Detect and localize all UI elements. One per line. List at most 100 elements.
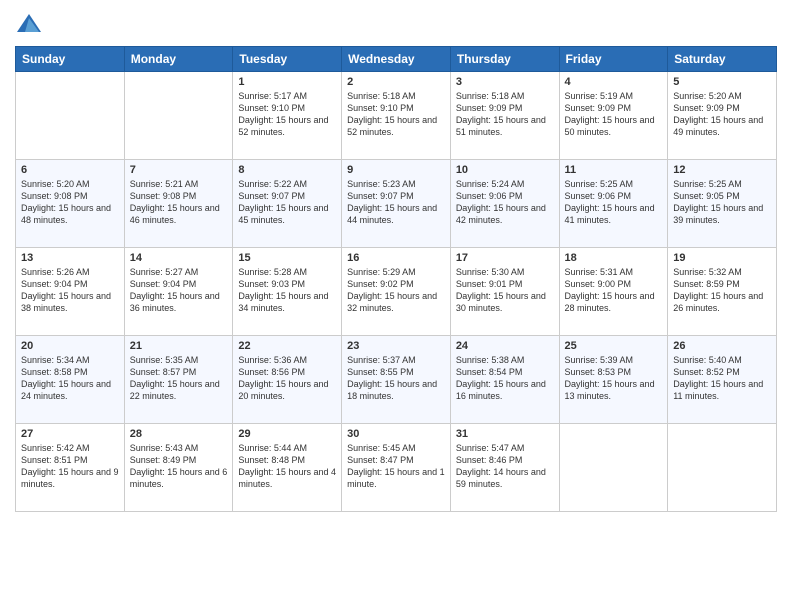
day-number: 3 — [456, 76, 554, 88]
day-number: 1 — [238, 76, 336, 88]
day-number: 2 — [347, 76, 445, 88]
calendar-cell: 22Sunrise: 5:36 AM Sunset: 8:56 PM Dayli… — [233, 336, 342, 424]
day-number: 18 — [565, 252, 663, 264]
week-row-2: 6 Sunrise: 5:20 AM Sunset: 9:08 PM Daylig… — [16, 160, 777, 248]
cell-info: Sunrise: 5:22 AM Sunset: 9:07 PM Dayligh… — [238, 178, 336, 227]
calendar-cell — [668, 424, 777, 512]
week-row-5: 27 Sunrise: 5:42 AM Sunset: 8:51 PM Dayli… — [16, 424, 777, 512]
cell-info: Sunrise: 5:27 AM Sunset: 9:04 PM Dayligh… — [130, 266, 228, 315]
cell-info: Sunrise: 5:30 AM Sunset: 9:01 PM Dayligh… — [456, 266, 554, 315]
day-number: 8 — [238, 164, 336, 176]
header — [15, 10, 777, 38]
cell-info: Sunrise: 5:32 AM Sunset: 8:59 PM Dayligh… — [673, 266, 771, 315]
cell-info: Sunrise: 5:18 AM Sunset: 9:09 PM Dayligh… — [456, 90, 554, 139]
calendar-cell: 29Sunrise: 5:44 AM Sunset: 8:48 PM Dayli… — [233, 424, 342, 512]
week-row-1: 1 Sunrise: 5:17 AM Sunset: 9:10 PM Daylig… — [16, 72, 777, 160]
day-number: 14 — [130, 252, 228, 264]
weekday-header-friday: Friday — [559, 47, 668, 72]
weekday-header-saturday: Saturday — [668, 47, 777, 72]
day-number: 29 — [238, 428, 336, 440]
day-number: 23 — [347, 340, 445, 352]
day-number: 4 — [565, 76, 663, 88]
calendar-cell: 5 Sunrise: 5:20 AM Sunset: 9:09 PM Daylig… — [668, 72, 777, 160]
cell-info: Sunrise: 5:34 AM Sunset: 8:58 PM Dayligh… — [21, 354, 119, 403]
cell-info: Sunrise: 5:26 AM Sunset: 9:04 PM Dayligh… — [21, 266, 119, 315]
calendar-cell: 21 Sunrise: 5:35 AM Sunset: 8:57 PM Dayli… — [124, 336, 233, 424]
cell-info: Sunrise: 5:17 AM Sunset: 9:10 PM Dayligh… — [238, 90, 336, 139]
calendar-cell: 6 Sunrise: 5:20 AM Sunset: 9:08 PM Daylig… — [16, 160, 125, 248]
day-number: 12 — [673, 164, 771, 176]
cell-info: Sunrise: 5:37 AM Sunset: 8:55 PM Dayligh… — [347, 354, 445, 403]
calendar-cell: 15 Sunrise: 5:28 AM Sunset: 9:03 PM Dayli… — [233, 248, 342, 336]
cell-info: Sunrise: 5:47 AM Sunset: 8:46 PM Dayligh… — [456, 442, 554, 491]
calendar-cell: 23 Sunrise: 5:37 AM Sunset: 8:55 PM Dayli… — [342, 336, 451, 424]
cell-info: Sunrise: 5:20 AM Sunset: 9:08 PM Dayligh… — [21, 178, 119, 227]
calendar-cell: 31 Sunrise: 5:47 AM Sunset: 8:46 PM Dayli… — [450, 424, 559, 512]
day-number: 30 — [347, 428, 445, 440]
day-number: 28 — [130, 428, 228, 440]
calendar-cell: 17 Sunrise: 5:30 AM Sunset: 9:01 PM Dayli… — [450, 248, 559, 336]
day-number: 31 — [456, 428, 554, 440]
calendar-cell: 7 Sunrise: 5:21 AM Sunset: 9:08 PM Daylig… — [124, 160, 233, 248]
calendar-cell: 1 Sunrise: 5:17 AM Sunset: 9:10 PM Daylig… — [233, 72, 342, 160]
calendar-cell: 10Sunrise: 5:24 AM Sunset: 9:06 PM Dayli… — [450, 160, 559, 248]
day-number: 27 — [21, 428, 119, 440]
day-number: 5 — [673, 76, 771, 88]
weekday-header-tuesday: Tuesday — [233, 47, 342, 72]
calendar-cell: 30 Sunrise: 5:45 AM Sunset: 8:47 PM Dayli… — [342, 424, 451, 512]
calendar-cell: 8 Sunrise: 5:22 AM Sunset: 9:07 PM Daylig… — [233, 160, 342, 248]
weekday-header-row: SundayMondayTuesdayWednesdayThursdayFrid… — [16, 47, 777, 72]
cell-info: Sunrise: 5:25 AM Sunset: 9:05 PM Dayligh… — [673, 178, 771, 227]
day-number: 15 — [238, 252, 336, 264]
day-number: 9 — [347, 164, 445, 176]
calendar-cell: 4 Sunrise: 5:19 AM Sunset: 9:09 PM Daylig… — [559, 72, 668, 160]
calendar-cell — [124, 72, 233, 160]
day-number: 22 — [238, 340, 336, 352]
cell-info: Sunrise: 5:21 AM Sunset: 9:08 PM Dayligh… — [130, 178, 228, 227]
cell-info: Sunrise: 5:25 AM Sunset: 9:06 PM Dayligh… — [565, 178, 663, 227]
calendar-cell — [16, 72, 125, 160]
cell-info: Sunrise: 5:43 AM Sunset: 8:49 PM Dayligh… — [130, 442, 228, 491]
cell-info: Sunrise: 5:42 AM Sunset: 8:51 PM Dayligh… — [21, 442, 119, 491]
cell-info: Sunrise: 5:38 AM Sunset: 8:54 PM Dayligh… — [456, 354, 554, 403]
cell-info: Sunrise: 5:31 AM Sunset: 9:00 PM Dayligh… — [565, 266, 663, 315]
day-number: 11 — [565, 164, 663, 176]
weekday-header-wednesday: Wednesday — [342, 47, 451, 72]
cell-info: Sunrise: 5:35 AM Sunset: 8:57 PM Dayligh… — [130, 354, 228, 403]
cell-info: Sunrise: 5:23 AM Sunset: 9:07 PM Dayligh… — [347, 178, 445, 227]
calendar-cell: 27 Sunrise: 5:42 AM Sunset: 8:51 PM Dayli… — [16, 424, 125, 512]
cell-info: Sunrise: 5:28 AM Sunset: 9:03 PM Dayligh… — [238, 266, 336, 315]
week-row-4: 20 Sunrise: 5:34 AM Sunset: 8:58 PM Dayli… — [16, 336, 777, 424]
calendar-cell: 9 Sunrise: 5:23 AM Sunset: 9:07 PM Daylig… — [342, 160, 451, 248]
cell-info: Sunrise: 5:29 AM Sunset: 9:02 PM Dayligh… — [347, 266, 445, 315]
calendar-cell: 11 Sunrise: 5:25 AM Sunset: 9:06 PM Dayli… — [559, 160, 668, 248]
page: SundayMondayTuesdayWednesdayThursdayFrid… — [0, 0, 792, 612]
cell-info: Sunrise: 5:18 AM Sunset: 9:10 PM Dayligh… — [347, 90, 445, 139]
calendar-cell: 2 Sunrise: 5:18 AM Sunset: 9:10 PM Daylig… — [342, 72, 451, 160]
cell-info: Sunrise: 5:40 AM Sunset: 8:52 PM Dayligh… — [673, 354, 771, 403]
calendar-cell: 12 Sunrise: 5:25 AM Sunset: 9:05 PM Dayli… — [668, 160, 777, 248]
calendar-cell: 18 Sunrise: 5:31 AM Sunset: 9:00 PM Dayli… — [559, 248, 668, 336]
calendar-cell: 3 Sunrise: 5:18 AM Sunset: 9:09 PM Daylig… — [450, 72, 559, 160]
calendar-cell: 24Sunrise: 5:38 AM Sunset: 8:54 PM Dayli… — [450, 336, 559, 424]
day-number: 13 — [21, 252, 119, 264]
day-number: 17 — [456, 252, 554, 264]
calendar-cell: 25Sunrise: 5:39 AM Sunset: 8:53 PM Dayli… — [559, 336, 668, 424]
day-number: 7 — [130, 164, 228, 176]
cell-info: Sunrise: 5:39 AM Sunset: 8:53 PM Dayligh… — [565, 354, 663, 403]
weekday-header-sunday: Sunday — [16, 47, 125, 72]
day-number: 20 — [21, 340, 119, 352]
day-number: 21 — [130, 340, 228, 352]
cell-info: Sunrise: 5:24 AM Sunset: 9:06 PM Dayligh… — [456, 178, 554, 227]
day-number: 6 — [21, 164, 119, 176]
cell-info: Sunrise: 5:45 AM Sunset: 8:47 PM Dayligh… — [347, 442, 445, 491]
calendar-cell: 28 Sunrise: 5:43 AM Sunset: 8:49 PM Dayli… — [124, 424, 233, 512]
logo — [15, 10, 47, 38]
day-number: 16 — [347, 252, 445, 264]
calendar-cell: 14 Sunrise: 5:27 AM Sunset: 9:04 PM Dayli… — [124, 248, 233, 336]
cell-info: Sunrise: 5:19 AM Sunset: 9:09 PM Dayligh… — [565, 90, 663, 139]
calendar-cell — [559, 424, 668, 512]
day-number: 26 — [673, 340, 771, 352]
calendar-cell: 16 Sunrise: 5:29 AM Sunset: 9:02 PM Dayli… — [342, 248, 451, 336]
cell-info: Sunrise: 5:20 AM Sunset: 9:09 PM Dayligh… — [673, 90, 771, 139]
